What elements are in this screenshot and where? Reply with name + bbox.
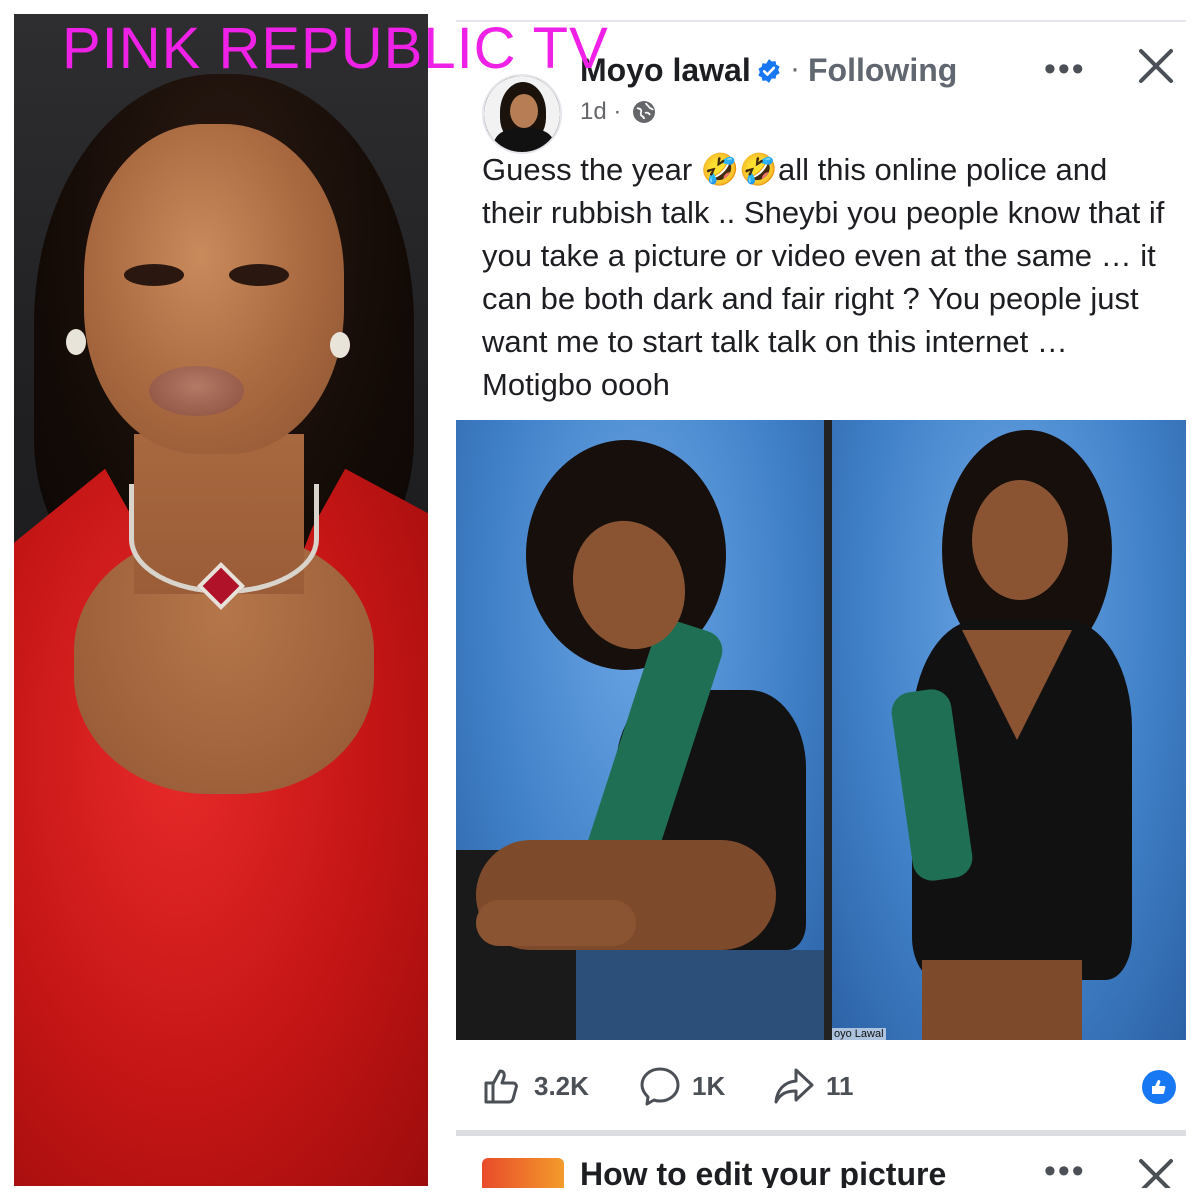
header-separator: · bbox=[790, 52, 800, 85]
share-button[interactable]: 11 bbox=[772, 1064, 854, 1108]
share-arrow-icon bbox=[774, 1068, 814, 1104]
next-post-close-icon[interactable] bbox=[1136, 1156, 1176, 1188]
close-icon[interactable] bbox=[1136, 46, 1176, 86]
photo-caption: oyo Lawal bbox=[832, 1028, 886, 1040]
next-post-title[interactable]: How to edit your picture bbox=[580, 1156, 946, 1188]
next-post-avatar[interactable] bbox=[482, 1158, 564, 1188]
thumbs-up-icon bbox=[484, 1069, 518, 1104]
portrait-photo bbox=[14, 14, 428, 1186]
globe-icon bbox=[633, 101, 655, 123]
share-count: 11 bbox=[826, 1070, 854, 1101]
portrait-eye-right bbox=[229, 264, 289, 286]
next-post-header[interactable]: How to edit your picture ••• bbox=[456, 1142, 1186, 1188]
author-avatar[interactable] bbox=[482, 74, 562, 154]
comment-count: 1K bbox=[692, 1070, 726, 1101]
comment-bubble-icon bbox=[640, 1067, 680, 1106]
portrait-earring-left bbox=[66, 329, 86, 355]
following-button[interactable]: Following bbox=[808, 52, 957, 89]
post-card: Moyo lawal · Following 1d · ••• Guess th… bbox=[456, 20, 1186, 1188]
more-options-icon[interactable]: ••• bbox=[1044, 50, 1086, 89]
like-reaction-icon[interactable] bbox=[1142, 1070, 1176, 1104]
comment-button[interactable]: 1K bbox=[638, 1064, 725, 1108]
post-photo-1[interactable] bbox=[456, 420, 824, 1040]
post-timestamp[interactable]: 1d · bbox=[580, 98, 621, 126]
post-action-bar: 3.2K 1K 11 bbox=[456, 1052, 1186, 1122]
like-count: 3.2K bbox=[534, 1070, 589, 1101]
verified-badge-icon bbox=[758, 59, 780, 83]
portrait-eye-left bbox=[124, 264, 184, 286]
feed-divider bbox=[456, 1130, 1186, 1136]
portrait-lips bbox=[149, 366, 244, 416]
post-photo-grid: oyo Lawal bbox=[456, 420, 1186, 1040]
post-photo-2[interactable]: oyo Lawal bbox=[832, 420, 1186, 1040]
next-post-more-icon[interactable]: ••• bbox=[1044, 1152, 1086, 1188]
post-body-text: Guess the year 🤣🤣all this online police … bbox=[482, 152, 1165, 402]
portrait-earring-right bbox=[330, 332, 350, 358]
like-button[interactable]: 3.2K bbox=[480, 1064, 589, 1108]
watermark-text: PINK REPUBLIC TV bbox=[62, 16, 609, 81]
